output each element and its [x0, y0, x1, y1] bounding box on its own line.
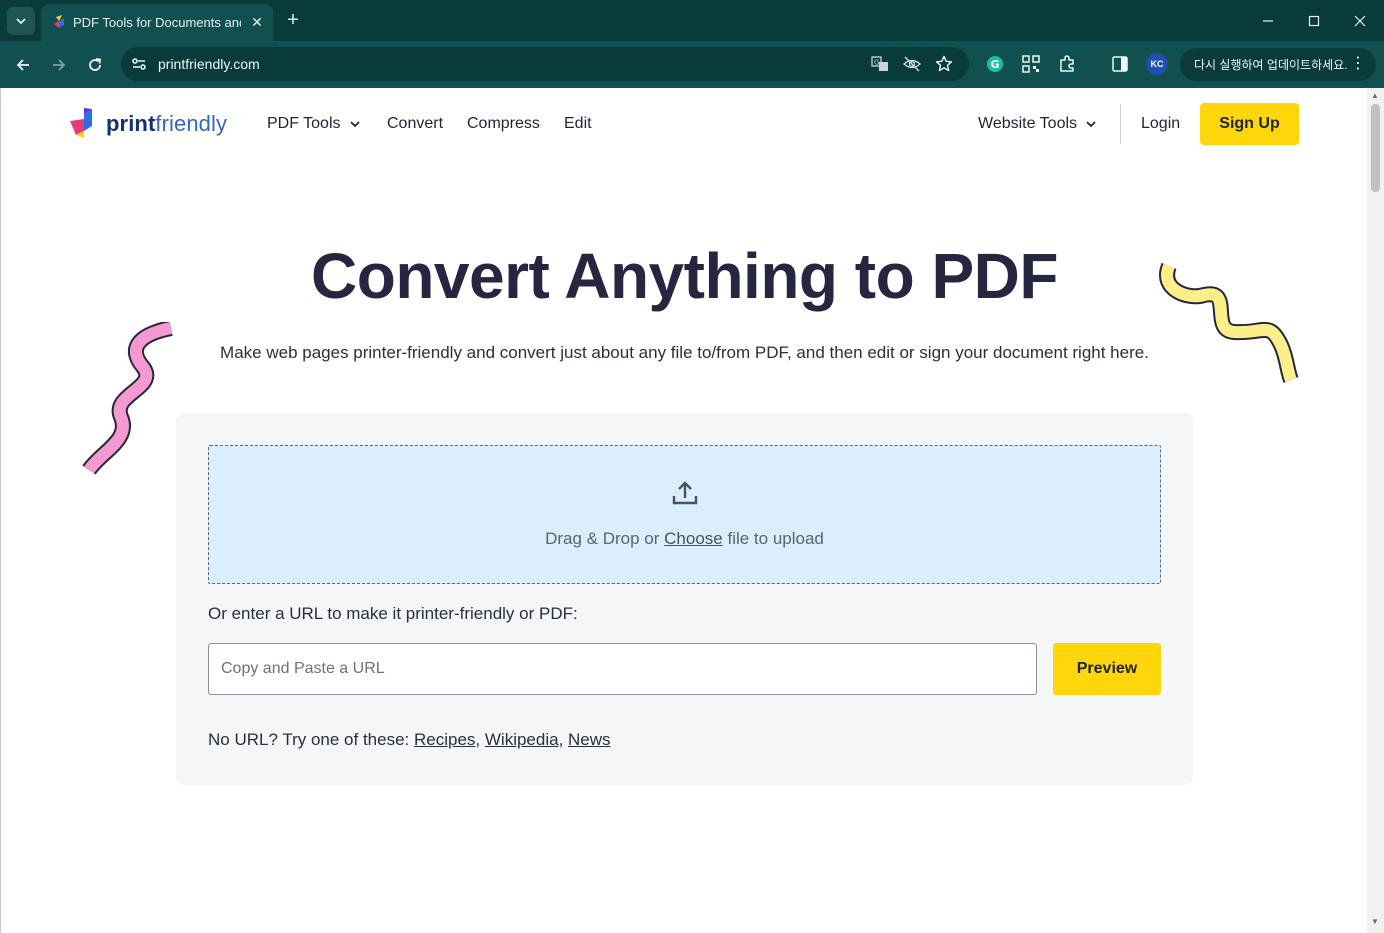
scroll-up-icon[interactable]: ▲ [1371, 91, 1379, 100]
chevron-down-icon [16, 18, 26, 25]
address-bar[interactable]: printfriendly.com G [121, 47, 969, 81]
choose-file-link[interactable]: Choose [664, 529, 723, 548]
sample-links-line: No URL? Try one of these: Recipes, Wikip… [208, 730, 611, 749]
tab-search-button[interactable] [7, 7, 35, 35]
minimize-icon[interactable] [1255, 8, 1281, 34]
tab-strip: PDF Tools for Documents and ✕ + [0, 0, 1384, 41]
sign-up-button[interactable]: Sign Up [1200, 103, 1299, 145]
nav-pdf-tools[interactable]: PDF Tools [267, 115, 361, 133]
profile-avatar[interactable]: KC [1146, 53, 1168, 75]
scroll-thumb[interactable] [1371, 104, 1380, 192]
nav-compress[interactable]: Compress [467, 115, 540, 133]
svg-text:G: G [874, 59, 879, 67]
page-subtitle: Make web pages printer-friendly and conv… [220, 343, 1149, 362]
sample-links-prefix: No URL? Try one of these: [208, 730, 414, 749]
maximize-icon[interactable] [1301, 8, 1327, 34]
update-button[interactable]: 다시 실행하여 업데이트하세요. ⋮ [1180, 48, 1376, 81]
nav-divider [1120, 104, 1121, 144]
sample-link-news[interactable]: News [568, 730, 611, 749]
window-close-icon[interactable] [1347, 8, 1373, 34]
preview-button[interactable]: Preview [1053, 643, 1161, 695]
site-settings-icon[interactable] [130, 55, 148, 73]
upload-icon [672, 481, 698, 505]
dropzone-text: Drag & Drop or Choose file to upload [209, 529, 1160, 549]
side-panel-icon[interactable] [1109, 53, 1131, 75]
browser-toolbar: printfriendly.com G G KC 다시 실행하여 업데이트하세요… [0, 41, 1384, 88]
converter-card: Drag & Drop or Choose file to upload Or … [176, 413, 1193, 785]
page-viewport: printfriendly PDF Tools Convert Compress… [0, 88, 1367, 933]
printfriendly-favicon-icon [54, 15, 64, 28]
logo-word-friendly: friendly [155, 111, 228, 136]
back-icon[interactable] [9, 51, 37, 79]
grammarly-extension-icon[interactable]: G [984, 53, 1006, 75]
nav-convert[interactable]: Convert [387, 115, 443, 133]
reload-icon[interactable] [81, 51, 109, 79]
page-scrollbar[interactable]: ▲ ▼ [1367, 88, 1384, 933]
forward-icon[interactable] [45, 51, 73, 79]
dropzone-suffix: file to upload [722, 529, 824, 548]
more-menu-icon[interactable]: ⋮ [1350, 55, 1366, 73]
bookmark-star-icon[interactable] [934, 54, 954, 74]
scroll-down-icon[interactable]: ▼ [1371, 917, 1379, 926]
tab-title: PDF Tools for Documents and [73, 15, 241, 30]
nav-website-tools[interactable]: Website Tools [978, 115, 1097, 133]
qr-code-icon[interactable] [1020, 53, 1042, 75]
url-field-label: Or enter a URL to make it printer-friend… [208, 604, 578, 623]
chevron-down-icon [349, 121, 360, 128]
new-tab-button[interactable]: + [282, 9, 304, 31]
close-icon[interactable]: ✕ [247, 12, 267, 32]
sample-link-recipes[interactable]: Recipes [414, 730, 475, 749]
eye-off-icon[interactable] [902, 54, 922, 74]
active-tab[interactable]: PDF Tools for Documents and ✕ [41, 4, 273, 41]
url-text: printfriendly.com [158, 56, 260, 72]
login-link[interactable]: Login [1141, 115, 1180, 133]
update-label: 다시 실행하여 업데이트하세요. [1194, 58, 1348, 72]
svg-text:G: G [991, 58, 1000, 71]
chevron-down-icon [1086, 121, 1096, 128]
page-title: Convert Anything to PDF [311, 240, 1058, 312]
logo-word-print: print [106, 111, 156, 136]
nav-pdf-tools-label: PDF Tools [267, 115, 341, 132]
url-input[interactable] [208, 643, 1037, 695]
file-dropzone[interactable]: Drag & Drop or Choose file to upload [208, 445, 1161, 584]
dropzone-prefix: Drag & Drop or [545, 529, 665, 548]
extensions-puzzle-icon[interactable] [1056, 53, 1078, 75]
translate-icon[interactable]: G [870, 54, 890, 74]
nav-edit[interactable]: Edit [564, 115, 592, 133]
printfriendly-logo[interactable]: printfriendly [70, 106, 240, 142]
logo-wordmark: printfriendly [106, 111, 227, 137]
printfriendly-logo-icon [70, 108, 92, 138]
nav-website-tools-label: Website Tools [978, 115, 1078, 132]
sample-link-wikipedia[interactable]: Wikipedia [485, 730, 559, 749]
